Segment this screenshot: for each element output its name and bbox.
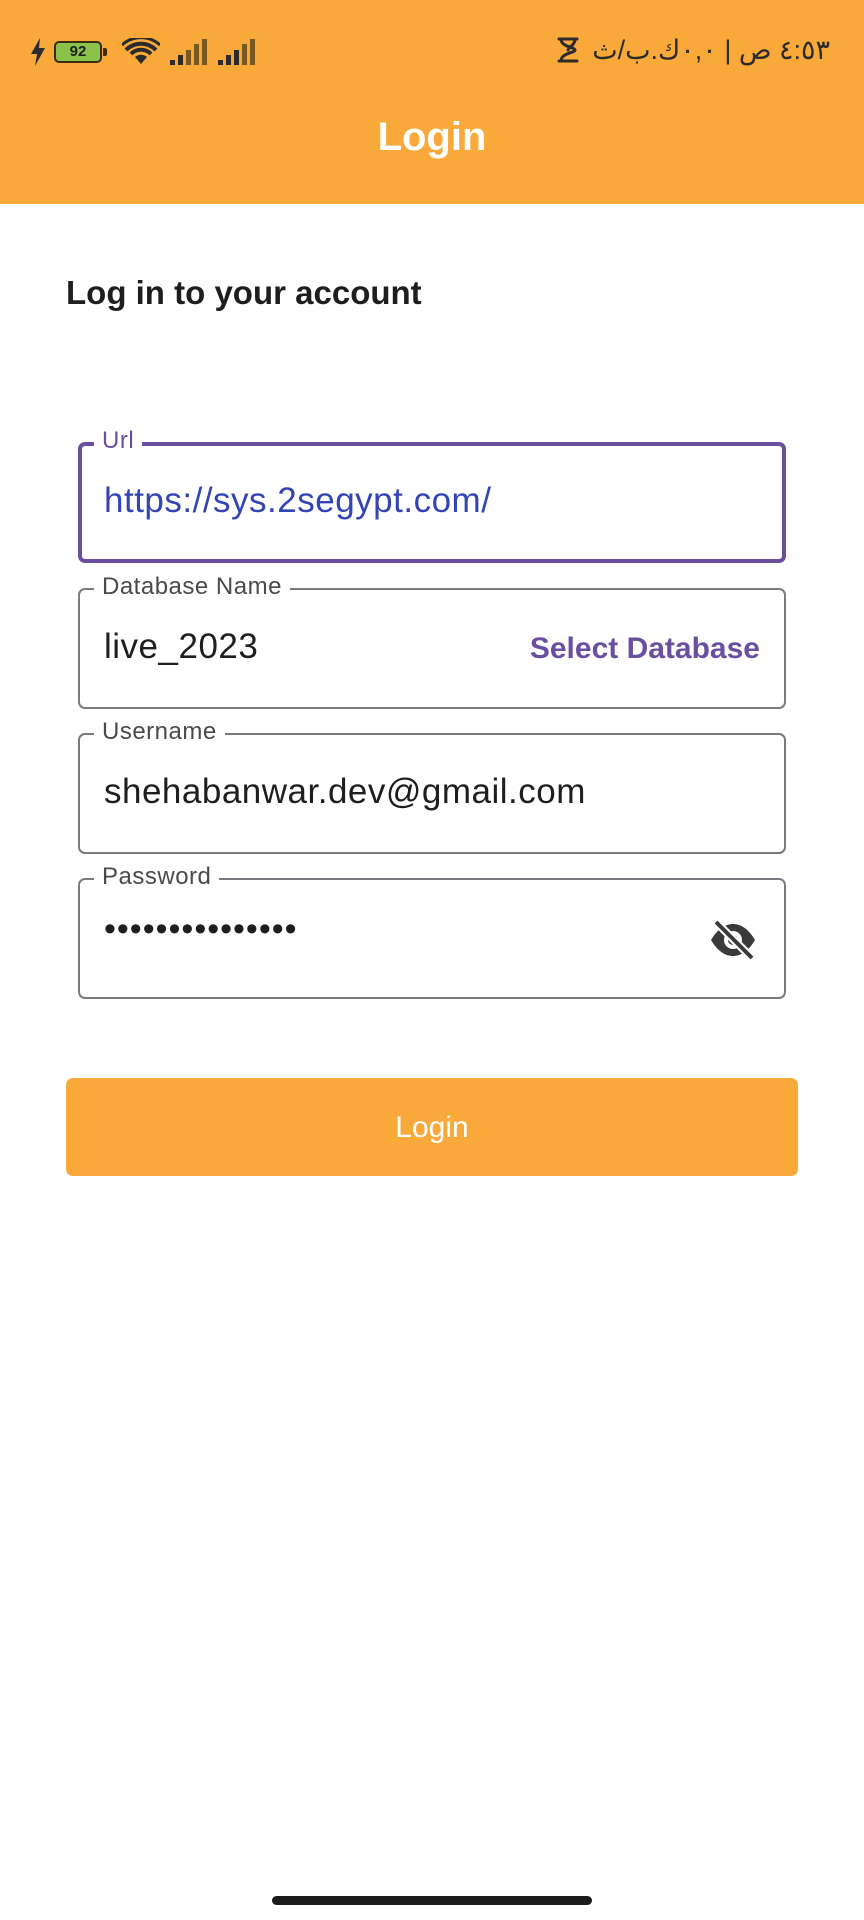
wifi-icon [122,38,160,64]
select-database-button[interactable]: Select Database [530,632,760,666]
home-indicator[interactable] [272,1896,592,1905]
database-name-label: Database Name [94,573,290,601]
signal-icon [218,39,255,65]
app-bar: 92 ٤:٥٣ ص | ٠,٠ك.ب/ث Login [0,0,864,204]
password-label: Password [94,863,220,891]
time-text: ٤:٥٣ ص | ٠,٠ك.ب/ث [592,34,830,65]
url-label: Url [94,427,143,455]
page-title: Login [377,115,487,159]
charging-bolt-icon [31,38,45,66]
status-bar: 92 ٤:٥٣ ص | ٠,٠ك.ب/ث [0,0,864,100]
username-field[interactable]: Username shehabanwar.dev@gmail.com [78,718,786,854]
status-icons: 92 [30,36,256,68]
database-name-field[interactable]: Database Name live_2023 Select Database [78,573,786,709]
clock-icon [557,37,579,63]
signal-icon [170,39,207,65]
password-field[interactable]: Password ••••••••••••••• [78,863,786,999]
battery-level: 92 [69,43,87,60]
url-field[interactable]: Url https://sys.2segypt.com/ [78,427,786,563]
username-label: Username [94,718,225,746]
battery-icon: 92 [54,41,107,63]
form-heading: Log in to your account [66,274,422,311]
status-time: ٤:٥٣ ص | ٠,٠ك.ب/ث [556,30,830,70]
visibility-off-icon[interactable] [708,918,758,962]
database-name-value[interactable]: live_2023 [104,627,258,667]
login-button[interactable]: Login [66,1078,798,1176]
username-value[interactable]: shehabanwar.dev@gmail.com [104,772,586,812]
password-value[interactable]: ••••••••••••••• [104,910,298,949]
url-value[interactable]: https://sys.2segypt.com/ [104,481,491,521]
